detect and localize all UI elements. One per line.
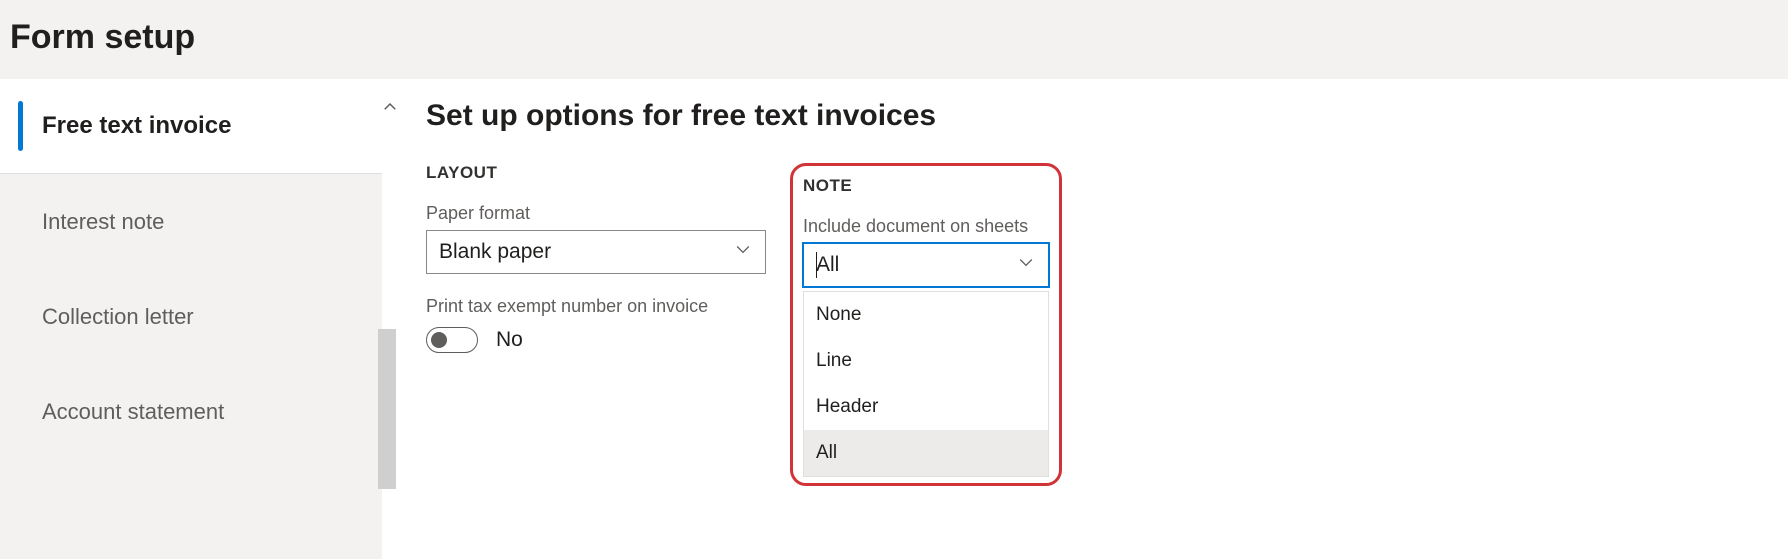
- page-title: Form setup: [10, 18, 1778, 57]
- chevron-up-icon: [381, 98, 399, 121]
- sidebar-item-label: Interest note: [42, 209, 164, 235]
- paper-format-select[interactable]: Blank paper: [426, 230, 766, 274]
- dropdown-option-label: All: [816, 442, 837, 463]
- include-document-select[interactable]: All: [803, 243, 1049, 287]
- print-tax-label: Print tax exempt number on invoice: [426, 296, 766, 317]
- text-cursor: [816, 252, 817, 278]
- dropdown-option-none[interactable]: None: [804, 292, 1048, 338]
- note-section-label: NOTE: [803, 176, 1049, 196]
- form-columns: LAYOUT Paper format Blank paper Print ta…: [426, 163, 1758, 486]
- chevron-down-icon: [1016, 252, 1036, 278]
- dropdown-option-line[interactable]: Line: [804, 338, 1048, 384]
- dropdown-option-label: Line: [816, 350, 852, 371]
- include-document-dropdown: None Line Header All: [803, 291, 1049, 477]
- paper-format-label: Paper format: [426, 203, 766, 224]
- note-section-highlight: NOTE Include document on sheets All None: [790, 163, 1062, 486]
- dropdown-option-header[interactable]: Header: [804, 384, 1048, 430]
- include-document-value: All: [816, 253, 839, 277]
- collapse-sidebar-button[interactable]: [380, 99, 400, 119]
- sidebar-column: Free text invoice Interest note Collecti…: [0, 79, 396, 559]
- print-tax-toggle-row: No: [426, 327, 766, 353]
- sidebar-item-collection-letter[interactable]: Collection letter: [0, 269, 382, 364]
- layout-section-label: LAYOUT: [426, 163, 766, 183]
- print-tax-toggle[interactable]: [426, 327, 478, 353]
- paper-format-value: Blank paper: [439, 240, 551, 264]
- sidebar-item-label: Collection letter: [42, 304, 194, 330]
- sidebar-item-interest-note[interactable]: Interest note: [0, 174, 382, 269]
- dropdown-option-label: None: [816, 304, 861, 325]
- main-heading: Set up options for free text invoices: [426, 99, 1758, 133]
- sidebar-item-account-statement[interactable]: Account statement: [0, 364, 382, 459]
- toggle-knob: [431, 332, 447, 348]
- sidebar-item-label: Free text invoice: [42, 112, 231, 140]
- layout-section: LAYOUT Paper format Blank paper Print ta…: [426, 163, 766, 375]
- sidebar: Free text invoice Interest note Collecti…: [0, 79, 382, 559]
- include-document-label: Include document on sheets: [803, 216, 1049, 237]
- dropdown-option-all[interactable]: All: [804, 430, 1048, 476]
- paper-format-field: Paper format Blank paper: [426, 203, 766, 274]
- print-tax-value: No: [496, 328, 523, 352]
- main-content: Set up options for free text invoices LA…: [396, 79, 1788, 559]
- include-document-field: Include document on sheets All None: [803, 216, 1049, 477]
- print-tax-field: Print tax exempt number on invoice No: [426, 296, 766, 353]
- sidebar-scrollbar[interactable]: [378, 329, 396, 489]
- sidebar-item-label: Account statement: [42, 399, 224, 425]
- dropdown-option-label: Header: [816, 396, 878, 417]
- sidebar-item-free-text-invoice[interactable]: Free text invoice: [0, 79, 382, 174]
- page-header: Form setup: [0, 0, 1788, 79]
- chevron-down-icon: [733, 239, 753, 265]
- body: Free text invoice Interest note Collecti…: [0, 79, 1788, 559]
